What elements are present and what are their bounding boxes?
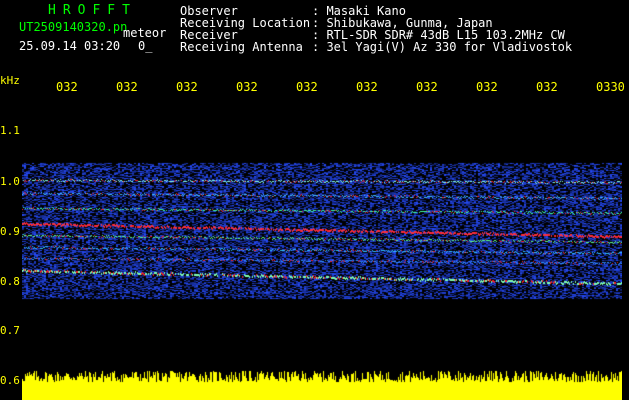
x-tick-label: 032 (296, 80, 318, 94)
x-tick-label: 032 (176, 80, 198, 94)
info-value-antenna: : 3el Yagi(V) Az 330 for Vladivostok (312, 40, 573, 54)
capture-datetime: 25.09.14 03:20 (19, 39, 121, 53)
y-tick-label: 0.7 (0, 324, 20, 337)
app-brand: HROFFT (48, 3, 137, 18)
x-tick-label: 032 (536, 80, 558, 94)
x-tick-label: 032 (56, 80, 78, 94)
x-tick-label: 032 (116, 80, 138, 94)
signal-level-bar (22, 367, 622, 400)
y-tick-label: 1.0 (0, 175, 20, 188)
x-tick-label: 032 (356, 80, 378, 94)
event-count: 0_ (138, 39, 153, 53)
x-tick-label: 032 (416, 80, 438, 94)
y-tick-label: 0.9 (0, 225, 20, 238)
detection-label: meteor (123, 26, 167, 40)
y-tick-label: 0.6 (0, 374, 20, 387)
y-axis-unit: kHz (0, 74, 20, 87)
x-tick-label: 032 (236, 80, 258, 94)
y-tick-label: 0.8 (0, 275, 20, 288)
x-tick-label: 032 (476, 80, 498, 94)
file-name: UT2509140320.pn (19, 20, 128, 34)
info-label-antenna: Receiving Antenna (180, 40, 303, 54)
x-tick-label: 0330 (596, 80, 625, 94)
spectrogram (22, 95, 622, 367)
y-tick-label: 1.1 (0, 124, 20, 137)
